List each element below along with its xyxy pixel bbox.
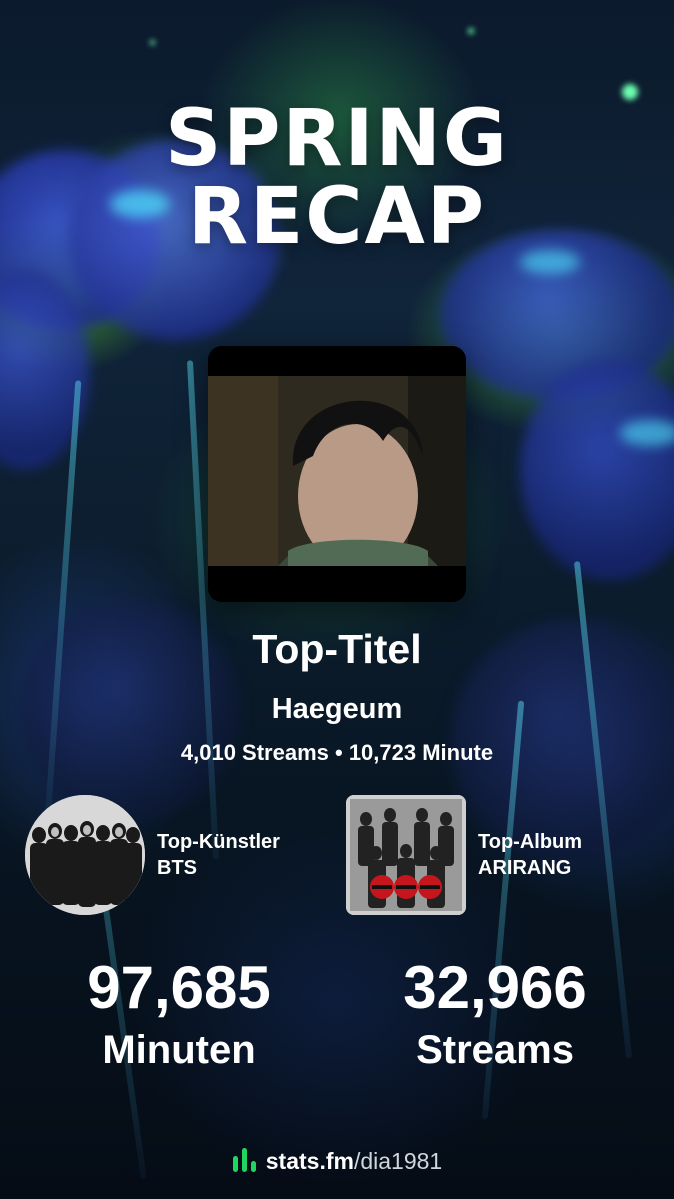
top-album-name: ARIRANG <box>478 857 572 879</box>
username: /dia1981 <box>353 1148 443 1174</box>
recap-title-line-2: RECAP <box>187 172 487 262</box>
top-artist-label: Top-Künstler <box>157 831 280 853</box>
top-album-info: Top-Album ARIRANG <box>478 829 582 881</box>
top-artist-info: Top-Künstler BTS <box>157 829 280 881</box>
total-minutes-value: 97,685 <box>87 954 271 1021</box>
bar-chart-icon <box>232 1148 256 1172</box>
top-track-heading: Top-Titel <box>252 626 422 672</box>
top-track-stats: 4,010 Streams • 10,723 Minute <box>180 740 494 765</box>
top-track-cover-image <box>208 346 466 602</box>
brand-name: stats.fm <box>265 1148 354 1174</box>
recap-card: SPRING RECAP Top-Titel Haegeum 4,010 Str… <box>0 0 674 1199</box>
top-artist-image <box>25 795 145 915</box>
total-minutes-label: Minuten <box>102 1028 256 1072</box>
recap-title-line-1: SPRING <box>165 94 509 184</box>
top-album-label: Top-Album <box>478 831 583 853</box>
total-streams-label: Streams <box>416 1028 574 1072</box>
top-track-name: Haegeum <box>271 693 403 725</box>
footer-branding: stats.fm/dia1981 <box>0 1148 674 1175</box>
total-streams-value: 32,966 <box>403 954 587 1021</box>
top-album-cover-image <box>346 795 466 915</box>
top-artist-name: BTS <box>157 857 197 879</box>
